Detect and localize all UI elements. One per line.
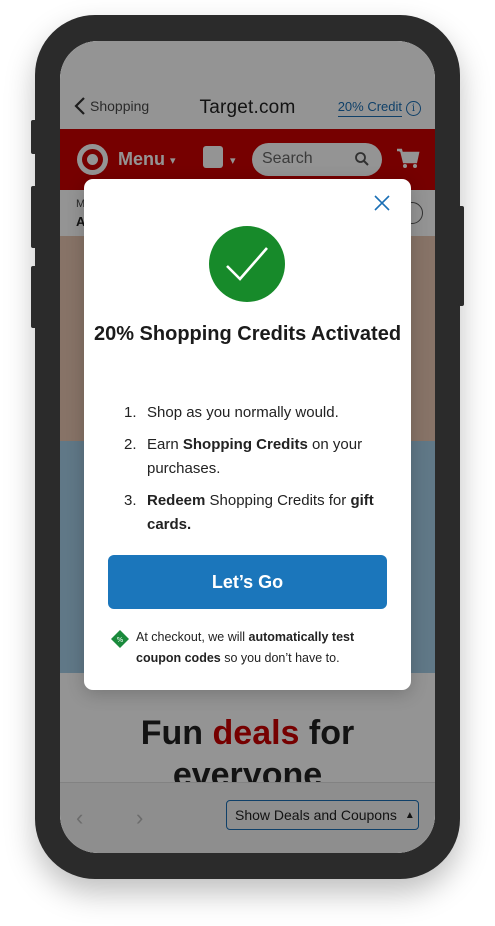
coupon-note: % At checkout, we will automatically tes… [110,627,390,669]
mute-switch [31,120,37,154]
step-text-bold: Redeem [147,492,206,509]
step-text: Earn Shopping Credits on your purchases. [147,433,384,481]
phone-screen: Shopping Target.com 20% Credit i Menu ▾ … [60,41,435,853]
close-icon[interactable] [373,194,391,212]
coupon-note-text: At checkout, we will automatically test … [136,627,390,669]
list-item: 1. Shop as you normally would. [124,401,384,425]
step-number: 1. [124,404,137,421]
svg-text:%: % [117,636,124,644]
success-check-icon [209,226,285,302]
note-text-part: so you don’t have to. [220,651,340,665]
note-text-part: At checkout, we will [136,630,249,644]
modal-title: 20% Shopping Credits Activated [93,323,402,345]
step-text: Redeem Shopping Credits for gift cards. [147,489,384,537]
power-button [458,206,464,306]
steps-list: 1. Shop as you normally would. 2. Earn S… [124,401,384,545]
volume-up-button [31,186,37,248]
lets-go-button[interactable]: Let’s Go [108,555,387,609]
step-text: Shop as you normally would. [147,404,339,421]
coupon-tag-icon: % [111,630,129,648]
list-item: 2. Earn Shopping Credits on your purchas… [124,433,384,481]
step-number: 3. [124,492,137,509]
step-number: 2. [124,436,137,453]
volume-down-button [31,266,37,328]
step-text-bold: Shopping Credits [182,436,308,453]
step-text-part: Earn [147,436,183,453]
step-text-part: Shopping Credits for [205,492,351,509]
list-item: 3. Redeem Shopping Credits for gift card… [124,489,384,537]
activation-modal: 20% Shopping Credits Activated 1. Shop a… [84,179,411,690]
